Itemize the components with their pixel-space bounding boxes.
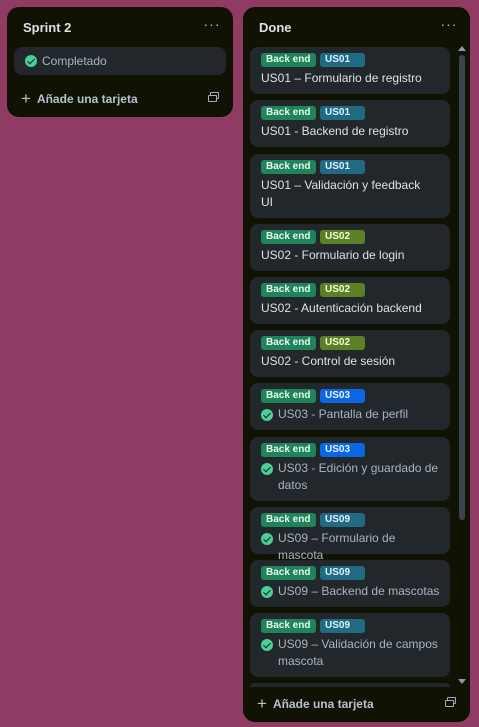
card[interactable]: Back end US01 US01 – Formulario de regis…	[250, 47, 450, 94]
card-title: US01 – Validación y feedback UI	[261, 178, 421, 209]
card-title-text: US09 – Formulario de mascota	[278, 531, 396, 562]
card-labels: Back end US02	[261, 230, 442, 244]
card-labels: Back end US02	[261, 283, 442, 297]
card-title-text: US03 - Pantalla de perfil	[278, 407, 409, 421]
label-back-end[interactable]: Back end	[261, 336, 316, 350]
add-card-label: Añade una tarjeta	[272, 697, 374, 711]
label-back-end[interactable]: Back end	[261, 443, 316, 457]
label-back-end[interactable]: Back end	[261, 106, 316, 120]
card-title: US02 - Formulario de login	[261, 248, 405, 262]
label-back-end[interactable]: Back end	[261, 160, 316, 174]
card-title-text: US09 – Validación de campos mascota	[278, 637, 438, 668]
card[interactable]: Back end US03 US03 - Pantalla de perfil	[250, 383, 450, 430]
scrollbar-thumb[interactable]	[459, 55, 465, 520]
list-header[interactable]: Done ···	[243, 7, 470, 47]
label-us02[interactable]: US02	[320, 336, 365, 350]
label-us09[interactable]: US09	[320, 513, 365, 527]
card[interactable]: Completado	[14, 47, 226, 75]
add-card-button[interactable]: + Añade una tarjeta	[257, 694, 374, 714]
check-circle-icon[interactable]	[261, 639, 273, 651]
card[interactable]: Back end US02 US02 - Autenticación backe…	[250, 277, 450, 324]
scroll-down-icon[interactable]	[458, 679, 466, 684]
label-us09[interactable]: US09	[320, 566, 365, 580]
more-horizontal-icon[interactable]: ···	[438, 15, 460, 37]
card[interactable]: Back end US01 US01 – Validación y feedba…	[250, 154, 450, 218]
label-back-end[interactable]: Back end	[261, 389, 316, 403]
card-partial[interactable]	[250, 683, 450, 687]
card-title: US09 – Formulario de mascota	[261, 530, 442, 564]
card[interactable]: Back end US09 US09 – Validación de campo…	[250, 613, 450, 677]
card-title-text: Completado	[42, 54, 107, 68]
scrollbar[interactable]	[458, 44, 466, 686]
plus-icon: +	[21, 89, 31, 108]
list-title[interactable]: Done	[259, 20, 292, 35]
label-us01[interactable]: US01	[320, 160, 365, 174]
label-back-end[interactable]: Back end	[261, 513, 316, 527]
more-horizontal-icon[interactable]: ···	[201, 15, 223, 37]
plus-icon: +	[257, 694, 267, 713]
card[interactable]: Back end US02 US02 - Formulario de login	[250, 224, 450, 271]
card-title: US03 - Pantalla de perfil	[261, 406, 442, 423]
list-header[interactable]: Sprint 2 ···	[7, 7, 233, 47]
label-us01[interactable]: US01	[320, 53, 365, 67]
add-card-button[interactable]: + Añade una tarjeta	[21, 89, 138, 109]
card-template-icon[interactable]	[445, 697, 457, 707]
card-title-text: US03 - Edición y guardado de datos	[278, 461, 439, 492]
card-labels: Back end US09	[261, 619, 442, 633]
scroll-up-icon[interactable]	[458, 46, 466, 51]
card-labels: Back end US09	[261, 513, 442, 527]
list-done: Done ··· Back end US01 US01 – Formulario…	[243, 7, 470, 722]
card[interactable]: Back end US09 US09 – Formulario de masco…	[250, 507, 450, 562]
card-labels: Back end US01	[261, 106, 442, 120]
card-labels: Back end US01	[261, 160, 442, 174]
list-title[interactable]: Sprint 2	[23, 20, 71, 35]
check-circle-icon[interactable]	[261, 586, 273, 598]
card[interactable]: Back end US01 US01 - Backend de registro	[250, 100, 450, 147]
card-labels: Back end US03	[261, 443, 442, 457]
card-title: US02 - Control de sesión	[261, 354, 396, 368]
label-us02[interactable]: US02	[320, 283, 365, 297]
label-back-end[interactable]: Back end	[261, 53, 316, 67]
check-circle-icon[interactable]	[261, 533, 273, 545]
card-title: US09 – Validación de campos mascota	[261, 636, 442, 670]
card-labels: Back end US03	[261, 389, 442, 403]
card-title: US02 - Autenticación backend	[261, 301, 422, 315]
card-labels: Back end US09	[261, 566, 442, 580]
label-back-end[interactable]: Back end	[261, 619, 316, 633]
label-us03[interactable]: US03	[320, 443, 365, 457]
card[interactable]: Back end US03 US03 - Edición y guardado …	[250, 437, 450, 501]
card[interactable]: Back end US09 US09 – Backend de mascotas	[250, 560, 450, 607]
card-title: US03 - Edición y guardado de datos	[261, 460, 442, 494]
label-us02[interactable]: US02	[320, 230, 365, 244]
card-template-icon[interactable]	[208, 92, 220, 102]
list-sprint-2: Sprint 2 ··· Completado + Añade una tarje…	[7, 7, 233, 117]
label-us03[interactable]: US03	[320, 389, 365, 403]
card-title: US01 - Backend de registro	[261, 124, 409, 138]
card-labels: Back end US01	[261, 53, 442, 67]
check-circle-icon[interactable]	[261, 409, 273, 421]
card-title: US01 – Formulario de registro	[261, 71, 422, 85]
label-us09[interactable]: US09	[320, 619, 365, 633]
check-circle-icon[interactable]	[25, 55, 37, 67]
label-back-end[interactable]: Back end	[261, 283, 316, 297]
add-card-label: Añade una tarjeta	[36, 92, 138, 106]
card-title: US09 – Backend de mascotas	[261, 583, 442, 600]
check-circle-icon[interactable]	[261, 463, 273, 475]
card-labels: Back end US02	[261, 336, 442, 350]
card-title-text: US09 – Backend de mascotas	[278, 584, 440, 598]
card[interactable]: Back end US02 US02 - Control de sesión	[250, 330, 450, 377]
card-title: Completado	[25, 53, 218, 70]
label-back-end[interactable]: Back end	[261, 230, 316, 244]
label-us01[interactable]: US01	[320, 106, 365, 120]
label-back-end[interactable]: Back end	[261, 566, 316, 580]
